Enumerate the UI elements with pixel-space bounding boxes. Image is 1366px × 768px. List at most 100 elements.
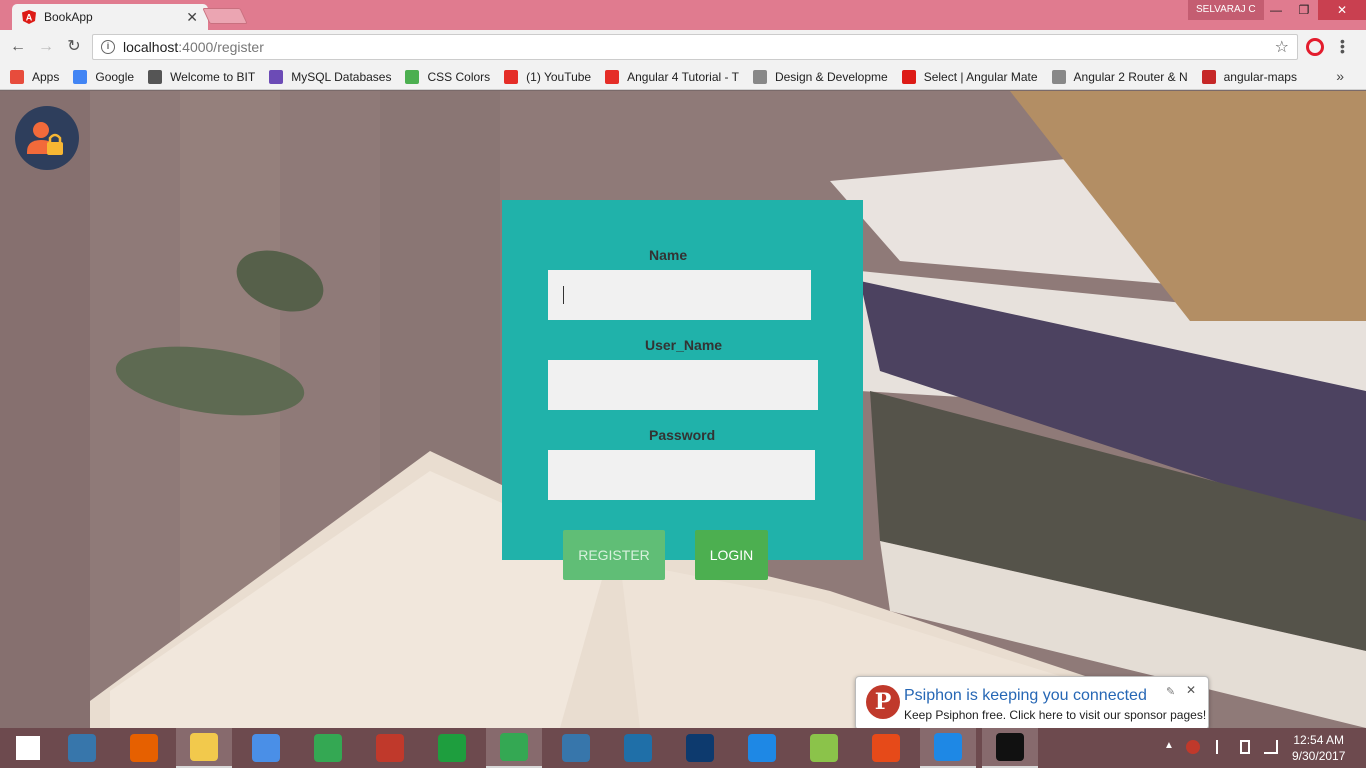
bookmark-item[interactable]: Angular 4 Tutorial - T [605, 69, 739, 84]
svg-text:A: A [26, 13, 33, 23]
firefox-icon [130, 734, 158, 762]
taskbar-file-explorer[interactable] [176, 728, 232, 768]
terminal-icon [996, 733, 1024, 761]
info-icon[interactable]: i [101, 40, 115, 54]
register-button[interactable]: REGISTER [563, 530, 665, 580]
apps-grid-icon [10, 69, 24, 84]
taskbar-firefox[interactable] [116, 728, 172, 768]
angular-icon [901, 69, 916, 84]
bookmark-item[interactable]: Welcome to BIT [148, 69, 256, 84]
chrome-icon [314, 734, 342, 762]
photos-icon [810, 734, 838, 762]
menu-icon[interactable]: • • • [1340, 34, 1345, 58]
bookmark-label: MySQL Databases [291, 69, 392, 84]
name-input[interactable] [548, 270, 811, 320]
close-window-button[interactable]: ✕ [1318, 0, 1366, 20]
flag-icon[interactable] [1216, 740, 1230, 754]
psiphon-tray-icon[interactable] [1186, 740, 1200, 754]
taskbar-chrome-active[interactable] [486, 728, 542, 768]
user-lock-icon [27, 122, 63, 155]
bookmark-label: (1) YouTube [526, 69, 592, 84]
bookmark-item[interactable]: MySQL Databases [269, 69, 392, 84]
bookmark-item[interactable]: CSS Colors [405, 69, 491, 84]
psiphon-notification[interactable]: P Psiphon is keeping you connected Keep … [855, 676, 1209, 744]
bookmark-item[interactable]: Angular 2 Router & N [1051, 69, 1188, 84]
bookmark-label: angular-maps [1223, 69, 1297, 84]
taskbar-python-idle[interactable] [54, 728, 110, 768]
opera-extension-icon[interactable] [1306, 38, 1324, 56]
back-button[interactable]: ← [8, 37, 28, 57]
url-path: :4000/register [178, 39, 264, 55]
taskbar-chrome[interactable] [300, 728, 356, 768]
taskbar-chromium[interactable] [238, 728, 294, 768]
browser-titlebar: A BookApp ✕ SELVARAJ C — ❐ ✕ [0, 0, 1366, 30]
python-file-icon [68, 734, 96, 762]
taskbar-cmd[interactable] [982, 728, 1038, 768]
taskbar-python[interactable] [548, 728, 604, 768]
brackets-icon [624, 734, 652, 762]
youtube-icon [605, 69, 620, 84]
user-lock-avatar [15, 106, 79, 170]
page-icon [1051, 69, 1066, 84]
name-label: Name [649, 247, 688, 263]
bookmark-item[interactable]: angular-maps [1201, 69, 1297, 84]
taskbar-store[interactable] [424, 728, 480, 768]
taskbar-photos[interactable] [796, 728, 852, 768]
page-icon [752, 69, 767, 84]
mysql-icon [269, 69, 284, 84]
username-label: User_Name [645, 337, 723, 353]
text-caret [563, 286, 564, 304]
taskbar-screenshot[interactable] [734, 728, 790, 768]
system-clock[interactable]: 12:54 AM 9/30/2017 [1292, 732, 1345, 764]
taskbar-devcpp[interactable] [672, 728, 728, 768]
address-bar[interactable]: i localhost:4000/register ☆ [92, 34, 1298, 60]
tab-bookapp[interactable]: A BookApp ✕ [12, 4, 208, 30]
login-button[interactable]: LOGIN [695, 530, 768, 580]
chrome-icon [500, 733, 528, 761]
new-tab-button[interactable] [202, 8, 248, 24]
wifi-signal-icon[interactable] [1264, 740, 1278, 754]
folder-icon [190, 733, 218, 761]
username-input[interactable] [548, 360, 818, 410]
bookmark-star-icon[interactable]: ☆ [1275, 37, 1289, 57]
bookmark-label: CSS Colors [427, 69, 491, 84]
pin-icon[interactable]: ✎ [1166, 685, 1175, 698]
more-bookmarks-icon[interactable]: » [1336, 68, 1344, 84]
show-hidden-icons-icon[interactable]: ▲ [1164, 740, 1174, 751]
angular-icon: A [22, 10, 36, 24]
devcpp-icon [686, 734, 714, 762]
taskbar-tools[interactable] [858, 728, 914, 768]
maps-icon [1201, 69, 1216, 84]
vscode-icon [934, 733, 962, 761]
bookmark-item[interactable]: (1) YouTube [504, 69, 592, 84]
taskbar-start-button[interactable] [0, 728, 56, 768]
chromium-icon [252, 734, 280, 762]
taskbar-brackets[interactable] [610, 728, 666, 768]
profile-badge[interactable]: SELVARAJ C [1188, 0, 1264, 20]
taskbar-vscode[interactable] [920, 728, 976, 768]
bookmark-item[interactable]: Google [73, 69, 134, 84]
bookmark-item[interactable]: Select | Angular Mate [901, 69, 1038, 84]
wrench-icon [872, 734, 900, 762]
bookmark-item[interactable]: Apps [10, 69, 60, 84]
windows-icon [16, 736, 40, 760]
browser-toolbar: ← → ↻ i localhost:4000/register ☆ • • • [0, 30, 1366, 64]
store-icon [438, 734, 466, 762]
notification-body[interactable]: Keep Psiphon free. Click here to visit o… [904, 708, 1206, 722]
bookmark-label: Apps [32, 69, 60, 84]
maximize-button[interactable]: ❐ [1290, 0, 1318, 20]
minimize-button[interactable]: — [1262, 0, 1290, 20]
bookmark-label: Select | Angular Mate [923, 69, 1038, 84]
close-tab-icon[interactable]: ✕ [186, 9, 198, 26]
password-input[interactable] [548, 450, 815, 500]
bookmark-item[interactable]: Design & Developme [752, 69, 888, 84]
close-notification-icon[interactable]: ✕ [1186, 683, 1196, 697]
bookmark-label: Welcome to BIT [170, 69, 256, 84]
forward-button[interactable]: → [36, 37, 56, 57]
taskbar-psiphon[interactable] [362, 728, 418, 768]
clock-date: 9/30/2017 [1292, 749, 1346, 763]
reload-button[interactable]: ↻ [64, 37, 84, 57]
tab-title: BookApp [44, 10, 93, 24]
battery-icon[interactable] [1240, 740, 1250, 754]
psiphon-icon [376, 734, 404, 762]
